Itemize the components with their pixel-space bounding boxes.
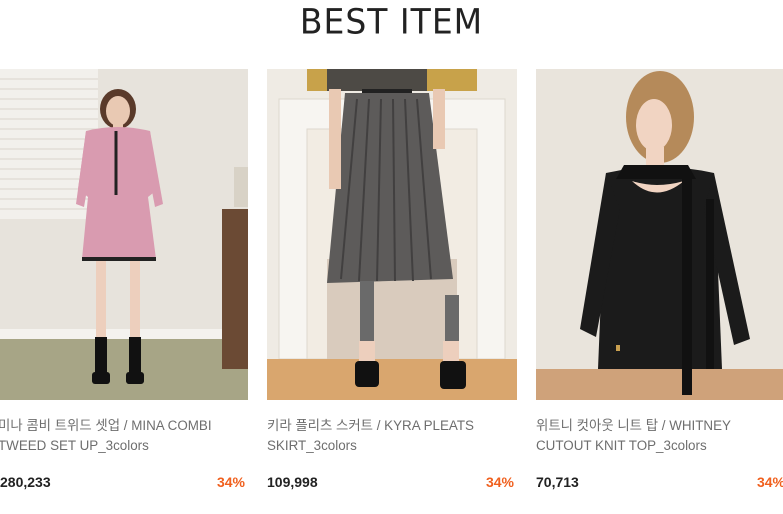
product-price: 109,998 (267, 474, 318, 490)
product-card[interactable]: 키라 플리츠 스커트 / KYRA PLEATS SKIRT_3colors 1… (267, 69, 517, 514)
product-card[interactable]: 미나 콤비 트위드 셋업 / MINA COMBI TWEED SET UP_3… (0, 69, 248, 514)
product-name[interactable]: 미나 콤비 트위드 셋업 / MINA COMBI TWEED SET UP_3… (0, 416, 248, 456)
discount-badge: 34% (216, 474, 245, 490)
discount-badge: 34% (485, 474, 514, 490)
product-image[interactable] (536, 69, 783, 400)
product-name-line1: 미나 콤비 트위드 셋업 / MINA COMBI (0, 418, 212, 433)
product-name[interactable]: 키라 플리츠 스커트 / KYRA PLEATS SKIRT_3colors (267, 416, 517, 456)
product-image[interactable] (0, 69, 248, 400)
product-name-line1: 키라 플리츠 스커트 / KYRA PLEATS (267, 418, 474, 433)
product-image[interactable] (267, 69, 517, 400)
product-card[interactable]: 위트니 컷아웃 니트 탑 / WHITNEY CUTOUT KNIT TOP_3… (536, 69, 783, 514)
product-name-line2: SKIRT_3colors (267, 438, 357, 453)
product-name-line2: CUTOUT KNIT TOP_3colors (536, 438, 707, 453)
discount-badge: 34% (756, 474, 783, 490)
product-name-line2: TWEED SET UP_3colors (0, 438, 149, 453)
product-name-line1: 위트니 컷아웃 니트 탑 / WHITNEY (536, 418, 731, 433)
product-price: 280,233 (0, 474, 51, 490)
product-name[interactable]: 위트니 컷아웃 니트 탑 / WHITNEY CUTOUT KNIT TOP_3… (536, 416, 783, 456)
section-title: BEST ITEM (299, 1, 484, 42)
best-item-section: BEST ITEM 미나 콤비 트위드 셋업 / MINA COMBI TWEE… (0, 0, 783, 514)
product-price: 70,713 (536, 474, 579, 490)
